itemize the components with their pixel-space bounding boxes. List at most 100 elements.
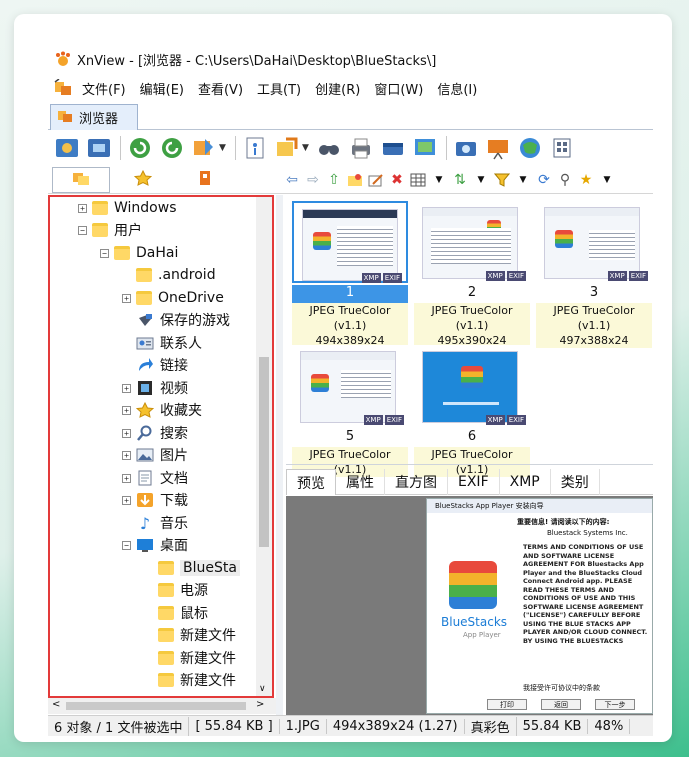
tab-exif[interactable]: EXIF (448, 469, 500, 495)
web-icon[interactable] (517, 135, 543, 161)
collapse-icon[interactable]: − (100, 248, 109, 258)
thumbnail-item[interactable]: XMP EXIF 3 JPEG TrueColor (v1.1) 497x388x2… (536, 201, 652, 348)
tree-item-android[interactable]: .android (136, 264, 216, 286)
tab-histogram[interactable]: 直方图 (385, 469, 448, 495)
presentation-icon[interactable] (485, 135, 511, 161)
capture-icon[interactable] (453, 135, 479, 161)
menu-app-icon[interactable] (53, 78, 75, 97)
rotate-right-icon[interactable] (159, 135, 185, 161)
tree-item-favorites[interactable]: + 收藏夹 (122, 399, 202, 421)
expand-icon[interactable]: + (122, 450, 131, 460)
rating-dropdown-icon[interactable]: ▼ (598, 171, 616, 189)
menu-edit[interactable]: 编辑(E) (133, 79, 191, 98)
slideshow-icon[interactable] (412, 135, 438, 161)
tree-item-desktop[interactable]: − 桌面 (122, 534, 188, 556)
tree-item-dahai[interactable]: − DaHai (100, 242, 178, 264)
tree-item-videos[interactable]: + 视频 (122, 377, 188, 399)
copy-move-icon[interactable] (274, 135, 300, 161)
scan-icon[interactable] (380, 135, 406, 161)
expand-icon[interactable]: + (122, 428, 131, 438)
thumbnail-item[interactable]: XMP EXIF 1 JPEG TrueColor (v1.1) 494x389x2… (292, 201, 408, 348)
expand-icon[interactable]: + (78, 203, 87, 213)
tree-item-pictures[interactable]: + 图片 (122, 444, 188, 466)
search-icon[interactable]: ⚲ (556, 171, 574, 189)
menu-create[interactable]: 创建(R) (308, 79, 367, 98)
scroll-left-icon[interactable]: < (52, 699, 60, 710)
view-mode-icon[interactable] (409, 171, 427, 189)
tab-properties[interactable]: 属性 (336, 469, 385, 495)
tree-item-searches[interactable]: + 搜索 (122, 422, 188, 444)
thumbnail-item[interactable]: XMP EXIF 2 JPEG TrueColor (v1.1) 495x390x2… (414, 201, 530, 348)
collapse-icon[interactable]: − (78, 225, 87, 235)
tree-item-onedrive[interactable]: + OneDrive (122, 287, 224, 309)
copy-dropdown-icon[interactable]: ▼ (302, 143, 310, 153)
tree-hscroll-thumb[interactable] (66, 702, 246, 710)
tree-item-contacts[interactable]: 联系人 (136, 332, 202, 354)
transform-dropdown-icon[interactable]: ▼ (219, 143, 227, 153)
print-icon[interactable] (348, 135, 374, 161)
tab-categories[interactable] (176, 167, 234, 193)
tab-xmp[interactable]: XMP (500, 469, 551, 495)
tree-item-windows[interactable]: + Windows (78, 197, 177, 219)
tab-folders[interactable] (52, 167, 110, 193)
filter-dropdown-icon[interactable]: ▼ (514, 171, 532, 189)
pane-splitter[interactable] (276, 195, 283, 715)
expand-icon[interactable]: + (122, 495, 131, 505)
exif-badge: EXIF (506, 415, 526, 425)
tree-horizontal-scrollbar[interactable]: < > (48, 698, 280, 714)
rotate-left-icon[interactable] (127, 135, 153, 161)
tree-item-new-folder-2[interactable]: 新建文件 (158, 647, 236, 669)
tab-browser[interactable]: 浏览器 (50, 104, 138, 130)
folder-tree-list: + Windows − 用户 − DaHai .android + OneDrive 保… (50, 197, 256, 696)
new-folder-icon[interactable] (346, 171, 364, 189)
open-icon[interactable] (54, 135, 80, 161)
rating-icon[interactable]: ★ (577, 171, 595, 189)
up-icon[interactable]: ⇧ (325, 171, 343, 189)
tree-item-bluestacks[interactable]: BlueSta (158, 557, 240, 579)
tree-item-users[interactable]: − 用户 (78, 219, 142, 241)
view-dropdown-icon[interactable]: ▼ (430, 171, 448, 189)
back-icon[interactable]: ⇦ (283, 171, 301, 189)
menu-window[interactable]: 窗口(W) (367, 79, 430, 98)
tree-item-documents[interactable]: + 文档 (122, 467, 188, 489)
menu-tools[interactable]: 工具(T) (250, 79, 308, 98)
tab-favorites[interactable] (114, 167, 172, 193)
fullscreen-icon[interactable] (86, 135, 112, 161)
tree-item-power[interactable]: 电源 (158, 579, 208, 601)
scroll-down-icon[interactable]: ∨ (259, 684, 266, 694)
tree-item-downloads[interactable]: + 下载 (122, 489, 188, 511)
tree-item-saved-games[interactable]: 保存的游戏 (136, 309, 230, 331)
properties-icon[interactable] (242, 135, 268, 161)
menu-view[interactable]: 查看(V) (191, 79, 250, 98)
tree-vertical-scrollbar[interactable]: ∨ (256, 197, 272, 696)
tree-scroll-thumb[interactable] (259, 357, 269, 547)
transform-icon[interactable] (191, 135, 217, 161)
expand-icon[interactable]: + (122, 473, 131, 483)
thumbnail-info: JPEG TrueColor (v1.1) 497x388x24 (536, 303, 652, 348)
tab-preview[interactable]: 预览 (286, 469, 336, 495)
forward-icon[interactable]: ⇨ (304, 171, 322, 189)
filter-icon[interactable] (493, 171, 511, 189)
refresh-icon[interactable]: ⟳ (535, 171, 553, 189)
menu-file[interactable]: 文件(F) (75, 79, 133, 98)
collapse-icon[interactable]: − (122, 540, 131, 550)
find-icon[interactable] (316, 135, 342, 161)
tab-categories[interactable]: 类别 (551, 469, 600, 495)
star-icon (133, 169, 153, 190)
sort-icon[interactable]: ⇅ (451, 171, 469, 189)
tree-item-links[interactable]: 链接 (136, 354, 188, 376)
tree-item-new-folder-3[interactable]: 新建文件 (158, 669, 236, 691)
scroll-right-icon[interactable]: > (256, 699, 264, 710)
menu-info[interactable]: 信息(I) (430, 79, 484, 98)
tree-item-music[interactable]: ♪ 音乐 (136, 512, 188, 534)
tree-item-mouse[interactable]: 鼠标 (158, 602, 208, 624)
expand-icon[interactable]: + (122, 405, 131, 415)
expand-icon[interactable]: + (122, 383, 131, 393)
expand-icon[interactable]: + (122, 293, 131, 303)
rename-icon[interactable] (367, 171, 385, 189)
thumbnail-image (422, 207, 518, 279)
sort-dropdown-icon[interactable]: ▼ (472, 171, 490, 189)
delete-icon[interactable]: ✖ (388, 171, 406, 189)
tree-item-new-folder-1[interactable]: 新建文件 (158, 624, 236, 646)
layout-icon[interactable] (549, 135, 575, 161)
